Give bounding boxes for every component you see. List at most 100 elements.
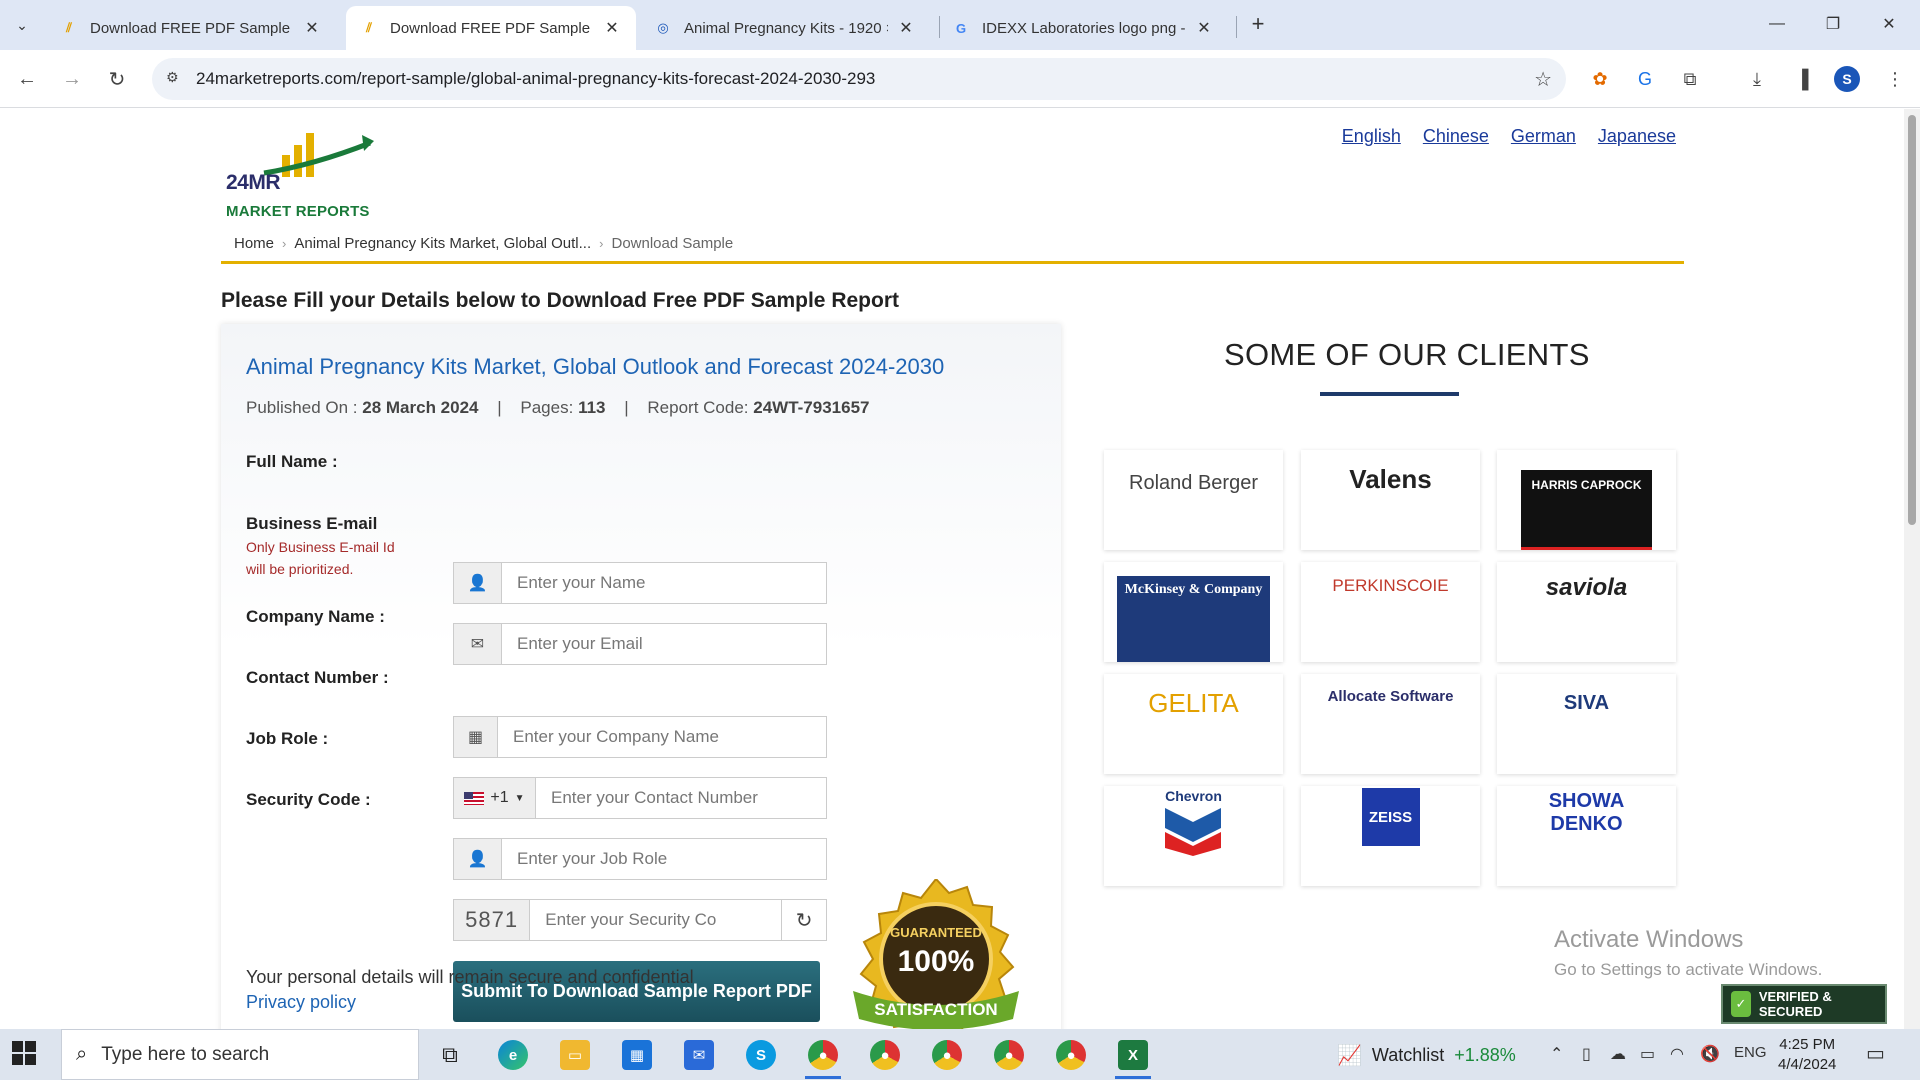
taskbar-search[interactable]: ⌕ Type here to search bbox=[61, 1029, 419, 1080]
excel-icon[interactable]: X bbox=[1115, 1037, 1151, 1079]
privacy-policy-link[interactable]: Privacy policy bbox=[246, 992, 356, 1013]
client-logo-gelita: GELITA bbox=[1104, 674, 1283, 774]
wifi-icon[interactable]: ◠ bbox=[1670, 1044, 1684, 1064]
tab-title: Animal Pregnancy Kits - 1920 × bbox=[684, 19, 888, 37]
site-settings-icon[interactable]: ⚙ bbox=[166, 69, 186, 89]
back-icon[interactable]: ← bbox=[12, 64, 42, 94]
bookmark-star-icon[interactable]: ☆ bbox=[1534, 67, 1552, 92]
close-window-icon[interactable]: ✕ bbox=[1866, 8, 1912, 40]
new-tab-icon[interactable]: + bbox=[1245, 12, 1271, 38]
battery-icon[interactable]: ▭ bbox=[1640, 1044, 1655, 1064]
client-logo-valens: Valens bbox=[1301, 450, 1480, 550]
breadcrumb-home[interactable]: Home bbox=[234, 235, 274, 252]
country-code-select[interactable]: +1 ▼ bbox=[454, 778, 536, 818]
chrome-icon-2[interactable]: ● bbox=[867, 1037, 903, 1073]
tab-title: Download FREE PDF Sample : A bbox=[390, 19, 594, 37]
forward-icon[interactable]: → bbox=[57, 64, 87, 94]
skype-icon[interactable]: S bbox=[743, 1037, 779, 1073]
browser-toolbar: ← → ↻ ⚙ 24marketreports.com/report-sampl… bbox=[0, 50, 1920, 108]
chevron-up-icon[interactable]: ⌃ bbox=[1550, 1044, 1563, 1064]
envelope-icon: ✉ bbox=[454, 624, 502, 664]
windows-taskbar: ⌕ Type here to search ⧉ e ▭ ▦ ✉ S ● ● ● … bbox=[0, 1029, 1920, 1080]
company-input[interactable] bbox=[498, 717, 826, 757]
browser-tab-3[interactable]: ◎ Animal Pregnancy Kits - 1920 × ✕ bbox=[640, 6, 930, 50]
lang-link-english[interactable]: English bbox=[1342, 126, 1401, 147]
email-input[interactable] bbox=[502, 624, 826, 664]
security-code-input[interactable] bbox=[530, 900, 782, 940]
tab-close-icon[interactable]: ✕ bbox=[602, 18, 622, 38]
notification-icon[interactable]: ▭ bbox=[1866, 1041, 1885, 1066]
tab-search-icon[interactable]: ⌄ bbox=[8, 12, 36, 38]
clients-heading: SOME OF OUR CLIENTS bbox=[1224, 337, 1590, 372]
meta-separator: | bbox=[497, 398, 502, 417]
edge-icon[interactable]: e bbox=[495, 1037, 531, 1073]
secure-notice: Your personal details will remain secure… bbox=[246, 967, 694, 987]
tab-title: IDEXX Laboratories logo png - ( bbox=[982, 19, 1186, 37]
site-favicon-icon: ⫽ bbox=[366, 20, 372, 35]
browser-tab-strip: ⌄ ⫽ Download FREE PDF Sample : El ✕ ⫽ Do… bbox=[0, 0, 1920, 50]
extensions-puzzle-icon[interactable]: ⧉ bbox=[1675, 64, 1705, 94]
chrome-icon-5[interactable]: ● bbox=[1053, 1037, 1089, 1073]
report-code-label: Report Code: bbox=[647, 398, 749, 417]
mail-icon[interactable]: ✉ bbox=[681, 1037, 717, 1073]
browser-tab-4[interactable]: G IDEXX Laboratories logo png - ( ✕ bbox=[938, 6, 1228, 50]
profile-avatar[interactable]: S bbox=[1834, 66, 1860, 92]
language-links: English Chinese German Japanese bbox=[1342, 126, 1676, 147]
reload-icon[interactable]: ↻ bbox=[102, 64, 132, 94]
contact-input[interactable] bbox=[536, 778, 826, 818]
windows-start-icon[interactable] bbox=[12, 1041, 36, 1065]
file-explorer-icon[interactable]: ▭ bbox=[557, 1037, 593, 1073]
breadcrumb-report[interactable]: Animal Pregnancy Kits Market, Global Out… bbox=[294, 235, 591, 252]
client-logo-perkins-coie: PERKINSCOIE bbox=[1301, 562, 1480, 662]
chrome-menu-icon[interactable]: ⋮ bbox=[1880, 64, 1910, 94]
email-note: Only Business E-mail Id will be prioriti… bbox=[246, 539, 395, 577]
address-bar[interactable]: ⚙ 24marketreports.com/report-sample/glob… bbox=[152, 58, 1566, 100]
lang-link-chinese[interactable]: Chinese bbox=[1423, 126, 1489, 147]
lang-link-german[interactable]: German bbox=[1511, 126, 1576, 147]
download-icon[interactable]: ⤓ bbox=[1742, 64, 1772, 94]
chrome-icon-4[interactable]: ● bbox=[991, 1037, 1027, 1073]
site-logo[interactable]: 24MR MARKET REPORTS bbox=[224, 125, 384, 220]
security-code-group: 5871 ↻ bbox=[453, 899, 827, 941]
watchlist-change: +1.88% bbox=[1454, 1045, 1516, 1065]
language-indicator[interactable]: ENG bbox=[1734, 1044, 1767, 1061]
chevron-right-icon: › bbox=[599, 236, 604, 251]
browser-tab-1[interactable]: ⫽ Download FREE PDF Sample : El ✕ bbox=[46, 6, 336, 50]
search-placeholder: Type here to search bbox=[101, 1043, 270, 1065]
page-scrollbar[interactable] bbox=[1904, 109, 1920, 1029]
chrome-icon-3[interactable]: ● bbox=[929, 1037, 965, 1073]
published-date: 28 March 2024 bbox=[362, 398, 479, 417]
report-title[interactable]: Animal Pregnancy Kits Market, Global Out… bbox=[246, 354, 944, 380]
chrome-icon-1[interactable]: ● bbox=[805, 1037, 841, 1079]
system-clock[interactable]: 4:25 PM 4/4/2024 bbox=[1778, 1035, 1836, 1075]
volume-muted-icon[interactable]: 🔇 bbox=[1700, 1044, 1720, 1064]
client-logo-showa-denko: SHOWA DENKO bbox=[1497, 786, 1676, 886]
client-logo-allocate: Allocate Software bbox=[1301, 674, 1480, 774]
task-view-icon[interactable]: ⧉ bbox=[432, 1037, 468, 1073]
side-panel-icon[interactable]: ▐ bbox=[1787, 64, 1817, 94]
translate-icon[interactable]: G bbox=[1630, 64, 1660, 94]
cloud-icon[interactable]: ☁ bbox=[1610, 1044, 1626, 1064]
refresh-captcha-icon[interactable]: ↻ bbox=[781, 900, 826, 940]
tab-close-icon[interactable]: ✕ bbox=[302, 18, 322, 38]
job-role-input[interactable] bbox=[502, 839, 826, 879]
report-code-value: 24WT-7931657 bbox=[753, 398, 870, 417]
email-label: Business E-mail bbox=[246, 514, 378, 533]
browser-tab-2[interactable]: ⫽ Download FREE PDF Sample : A ✕ bbox=[346, 6, 636, 50]
tab-close-icon[interactable]: ✕ bbox=[896, 18, 916, 38]
lang-link-japanese[interactable]: Japanese bbox=[1598, 126, 1676, 147]
device-icon[interactable]: ▯ bbox=[1582, 1044, 1591, 1064]
watchlist-widget[interactable]: 📈 Watchlist +1.88% bbox=[1337, 1043, 1516, 1068]
google-favicon-icon: G bbox=[955, 20, 967, 36]
minimize-icon[interactable]: — bbox=[1754, 8, 1800, 40]
client-logo-chevron: Chevron bbox=[1104, 786, 1283, 886]
pages-value: 113 bbox=[578, 398, 606, 417]
godaddy-seal[interactable]: ✓ VERIFIED & SECURED bbox=[1721, 984, 1887, 1024]
scrollbar-thumb[interactable] bbox=[1908, 115, 1916, 525]
store-icon[interactable]: ▦ bbox=[619, 1037, 655, 1073]
full-name-input[interactable] bbox=[502, 563, 826, 603]
restore-icon[interactable]: ❐ bbox=[1810, 8, 1856, 40]
tab-close-icon[interactable]: ✕ bbox=[1194, 18, 1214, 38]
url-text[interactable]: 24marketreports.com/report-sample/global… bbox=[196, 69, 875, 89]
extension-icon[interactable]: ✿ bbox=[1585, 64, 1615, 94]
